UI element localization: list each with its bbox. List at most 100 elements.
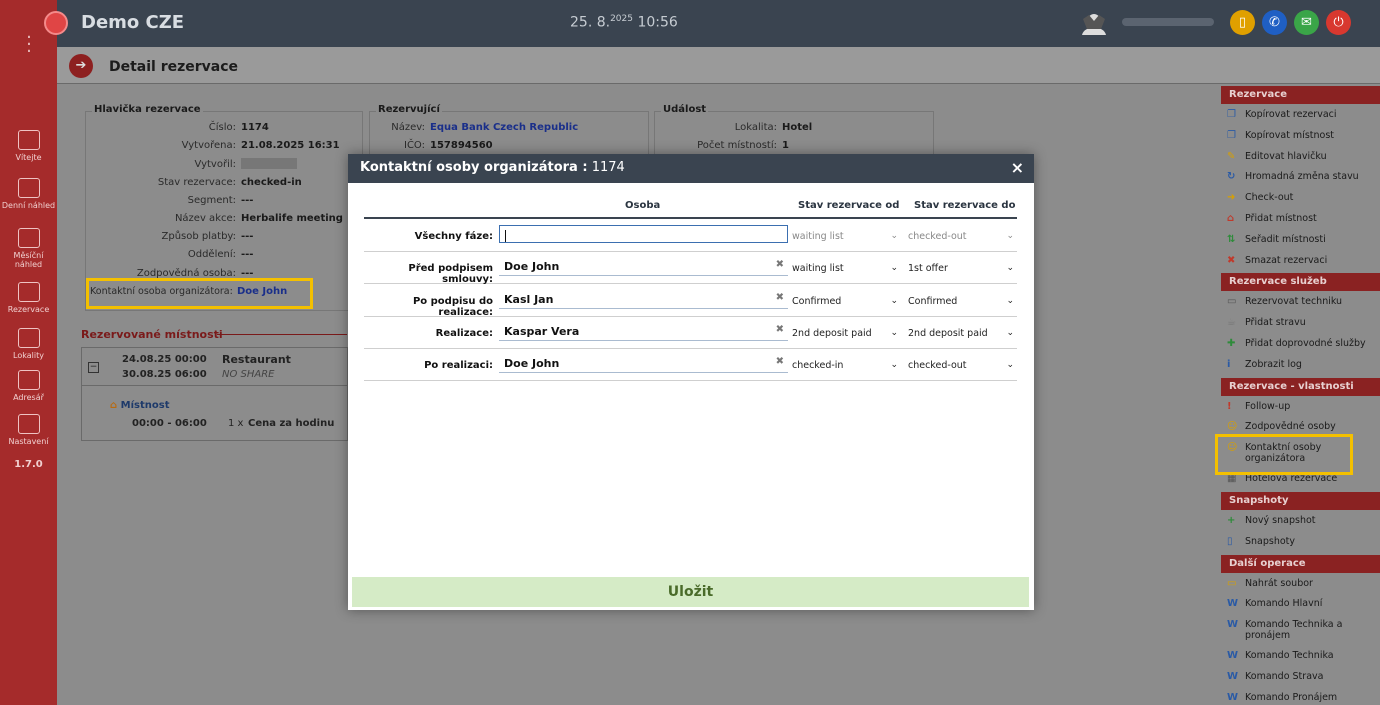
clear-icon[interactable]: ✖ [776, 259, 784, 270]
panel-action-item[interactable]: ✎ Editovat hlavičku [1227, 151, 1377, 162]
panel-action-label: Komando Technika a pronájem [1245, 619, 1343, 642]
nav-item-6[interactable]: Nastavení [0, 414, 57, 446]
panel-action-item[interactable]: ✖ Smazat rezervaci [1227, 255, 1377, 266]
panel-action-item[interactable]: W Komando Technika a pronájem [1227, 619, 1377, 641]
nav-item-0[interactable]: Vítejte [0, 130, 57, 162]
chevron-down-icon: ⌄ [1006, 231, 1014, 241]
chevron-down-icon: ⌄ [890, 295, 898, 306]
room-qty: 1 x [228, 418, 244, 429]
nav-item-4[interactable]: Lokality [0, 328, 57, 360]
info-value: Herbalife meeting [241, 213, 343, 224]
home-icon [17, 130, 40, 150]
panel-action-item[interactable]: ❐ Kopírovat rezervaci [1227, 109, 1377, 120]
room-label: ⌂ Místnost [110, 400, 170, 411]
person-name: Kaspar Vera [504, 324, 580, 338]
person-input[interactable]: Kaspar Vera ✖ [499, 322, 788, 341]
panel-action-item[interactable]: ☺ Zodpovědné osoby [1227, 421, 1377, 432]
panel-action-item[interactable]: ✚ Přidat doprovodné služby [1227, 338, 1377, 349]
clear-icon[interactable]: ✖ [776, 356, 784, 367]
status-to-select[interactable]: 1st offer ⌄ [908, 263, 1014, 274]
user-name-redacted[interactable] [1122, 18, 1214, 26]
room-name: Restaurant [222, 353, 291, 366]
avatar[interactable] [1081, 11, 1107, 35]
person-input[interactable]: Kasl Jan ✖ [499, 290, 788, 309]
nav-label: Denní náhled [1, 201, 56, 210]
status-from-select-value: Confirmed [792, 295, 842, 307]
status-from-select[interactable]: waiting list ⌄ [792, 231, 898, 242]
info-row: Číslo: 1174 [86, 122, 269, 133]
info-label: Lokalita: [734, 122, 777, 133]
info-label: Číslo: [208, 122, 236, 133]
phase-label: Realizace: [435, 327, 493, 339]
app-logo-icon[interactable] [44, 11, 68, 35]
status-from-select[interactable]: checked-in ⌄ [792, 360, 898, 371]
collapse-toggle[interactable]: − [88, 362, 99, 373]
panel-action-item[interactable]: W Komando Technika [1227, 650, 1377, 661]
date-time: 25. 8.2025 10:56 [570, 14, 678, 31]
panel-action-label: Snapshoty [1245, 535, 1296, 547]
book-icon[interactable]: ▯ [1230, 10, 1255, 35]
person-input[interactable] [499, 225, 788, 243]
phone-icon[interactable]: ✆ [1262, 10, 1287, 35]
panel-action-item[interactable]: W Komando Hlavní [1227, 598, 1377, 609]
status-from-select[interactable]: waiting list ⌄ [792, 263, 898, 274]
close-icon[interactable]: × [1011, 158, 1024, 177]
room-price-label: Cena za hodinu [248, 418, 335, 429]
status-from-select-value: 2nd deposit paid [792, 327, 872, 339]
panel-action-item[interactable]: + Nový snapshot [1227, 515, 1377, 526]
back-arrow-button[interactable]: ➔ [69, 54, 93, 78]
chevron-down-icon: ⌄ [890, 360, 898, 371]
info-value-link[interactable]: Equa Bank Czech Republic [430, 122, 578, 133]
person-input[interactable]: Doe John ✖ [499, 257, 788, 277]
info-value: Hotel [782, 122, 813, 133]
nav-item-1[interactable]: Denní náhled [0, 178, 57, 210]
panel-action-label: Komando Strava [1245, 671, 1324, 682]
menu-dots-icon[interactable]: · · · [22, 29, 36, 61]
nav-item-3[interactable]: Rezervace [0, 282, 57, 314]
puzzle-icon: ✚ [1227, 338, 1236, 349]
save-button[interactable]: Uložit [352, 577, 1029, 607]
info-icon: i [1227, 358, 1231, 370]
panel-action-item[interactable]: W Komando Strava [1227, 671, 1377, 682]
panel-action-item[interactable]: ▯ Snapshoty [1227, 536, 1377, 547]
panel-action-item[interactable]: ▭ Rezervovat techniku [1227, 296, 1377, 307]
panel-action-item[interactable]: ☕ Přidat stravu [1227, 317, 1377, 328]
panel-action-item[interactable]: ⌂ Přidat místnost [1227, 213, 1377, 224]
copy-icon: ❐ [1227, 129, 1236, 141]
status-from-select[interactable]: 2nd deposit paid ⌄ [792, 328, 898, 339]
status-to-select[interactable]: Confirmed ⌄ [908, 296, 1014, 307]
panel-action-item[interactable]: ❐ Kopírovat místnost [1227, 130, 1377, 141]
top-bar: Demo CZE 25. 8.2025 10:56 ▯ ✆ ✉ ⏻ [0, 0, 1380, 47]
clear-icon[interactable]: ✖ [776, 292, 784, 303]
clear-icon[interactable]: ✖ [776, 324, 784, 335]
info-value: --- [241, 249, 254, 261]
panel-action-item[interactable]: ▭ Nahrát soubor [1227, 578, 1377, 589]
status-to-select[interactable]: checked-out ⌄ [908, 360, 1014, 371]
room-from: 24.08.25 00:00 [122, 354, 207, 365]
info-row: Způsob platby: --- [86, 231, 254, 242]
panel-action-item[interactable]: ↻ Hromadná změna stavu [1227, 171, 1377, 182]
room-time: 00:00 - 06:00 [132, 418, 207, 429]
chat-icon[interactable]: ✉ [1294, 10, 1319, 35]
person-input[interactable]: Doe John ✖ [499, 354, 788, 374]
panel-action-item[interactable]: ⇅ Seřadit místnosti [1227, 234, 1377, 245]
delete-icon: ✖ [1227, 254, 1236, 266]
panel-section-title: Snapshoty [1221, 492, 1380, 510]
power-icon[interactable]: ⏻ [1326, 10, 1351, 35]
panel-action-label: Komando Pronájem [1245, 691, 1338, 703]
status-from-select[interactable]: Confirmed ⌄ [792, 296, 898, 307]
panel-action-item[interactable]: i Zobrazit log [1227, 359, 1377, 370]
address-book-icon [17, 370, 40, 390]
status-from-select-value: checked-in [792, 360, 844, 372]
page-header: ➔ Detail rezervace [57, 47, 1380, 84]
nav-item-5[interactable]: Adresář [0, 370, 57, 402]
nav-item-2[interactable]: Měsíční náhled [0, 228, 57, 269]
panel-action-item[interactable]: ! Follow-up [1227, 401, 1377, 412]
status-to-select[interactable]: 2nd deposit paid ⌄ [908, 328, 1014, 339]
users-icon: ☺ [1227, 421, 1238, 433]
panel-action-item[interactable]: W Komando Pronájem [1227, 692, 1377, 703]
status-to-select[interactable]: checked-out ⌄ [908, 231, 1014, 242]
modal-reservation-id: 1174 [591, 160, 625, 175]
nav-label: Vítejte [15, 153, 42, 162]
panel-action-item[interactable]: ➜ Check-out [1227, 192, 1377, 203]
